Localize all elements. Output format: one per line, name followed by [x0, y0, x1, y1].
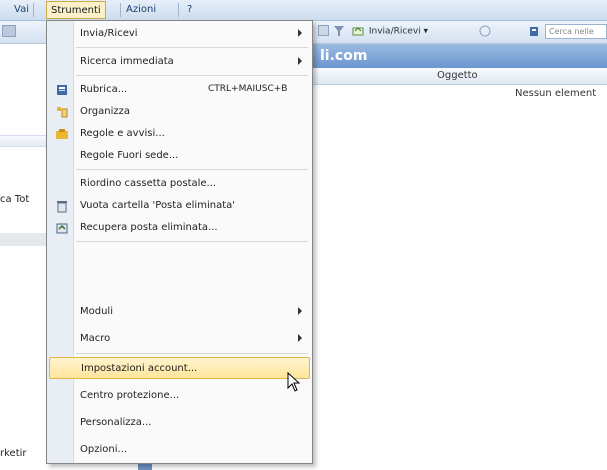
menu-bar: Vai Strumenti Azioni ? — [0, 0, 607, 21]
menu-help[interactable]: ? — [187, 4, 192, 15]
menu-item-shortcut: CTRL+MAIUSC+B — [208, 84, 288, 94]
menu-item-macro[interactable]: Macro — [49, 328, 310, 350]
menu-item-label: Organizza — [80, 106, 131, 117]
menu-item-ricerca-immediata[interactable]: Ricerca immediata — [49, 51, 310, 73]
menu-separator — [33, 3, 34, 17]
folder-title: li.com — [320, 48, 368, 64]
submenu-arrow-icon — [298, 334, 302, 342]
send-receive-label: Invia/Ricevi — [368, 26, 421, 37]
menu-separator — [76, 241, 308, 242]
rules-icon — [56, 129, 68, 139]
mouse-cursor-icon — [287, 372, 301, 392]
menu-item-label: Macro — [80, 333, 111, 344]
menu-item-recupera-posta[interactable]: Recupera posta eliminata... — [49, 217, 310, 239]
menu-item-rubrica[interactable]: Rubrica... CTRL+MAIUSC+B — [49, 79, 310, 101]
toolbar-filter-button[interactable] — [333, 25, 347, 37]
menu-item-impostazioni-account[interactable]: Impostazioni account... — [49, 357, 310, 379]
submenu-arrow-icon — [298, 307, 302, 315]
menu-item-label: Invia/Ricevi — [80, 28, 138, 39]
menu-separator — [76, 169, 308, 170]
menu-separator — [76, 47, 308, 48]
column-subject[interactable]: Oggetto — [437, 70, 478, 81]
toolbar-help-button[interactable] — [479, 25, 493, 37]
toolbar-address-book-button[interactable] — [528, 25, 542, 37]
toolbar-send-receive-button[interactable]: Invia/Ricevi ▾ — [352, 25, 428, 37]
menu-item-moduli[interactable]: Moduli — [49, 301, 310, 323]
nav-folder-fragment[interactable]: rketir — [0, 448, 27, 459]
menu-item-invia-ricevi[interactable]: Invia/Ricevi — [49, 23, 310, 45]
menu-item-opzioni[interactable]: Opzioni... — [49, 439, 310, 461]
address-book-icon — [57, 85, 67, 95]
strumenti-dropdown-menu: Invia/Ricevi Ricerca immediata Rubrica..… — [46, 20, 313, 464]
menu-separator — [120, 3, 121, 17]
menu-item-riordino-cassetta[interactable]: Riordino cassetta postale... — [49, 173, 310, 195]
grid-icon — [318, 25, 329, 36]
menu-strumenti[interactable]: Strumenti — [46, 1, 106, 19]
menu-vai[interactable]: Vai — [14, 4, 29, 15]
new-icon — [2, 25, 16, 37]
menu-item-label: Regole Fuori sede... — [80, 150, 179, 161]
filter-icon — [334, 26, 344, 36]
address-book-icon — [530, 27, 538, 36]
menu-item-label: Recupera posta eliminata... — [80, 222, 218, 233]
menu-item-label: Riordino cassetta postale... — [80, 178, 217, 189]
menu-item-label: Personalizza... — [80, 417, 152, 428]
menu-item-regole-fuori-sede[interactable]: Regole Fuori sede... — [49, 145, 310, 167]
menu-item-label: Vuota cartella 'Posta eliminata' — [80, 200, 235, 211]
menu-item-organizza[interactable]: Organizza — [49, 101, 310, 123]
submenu-arrow-icon — [298, 29, 302, 37]
menu-item-vuota-cartella[interactable]: Vuota cartella 'Posta eliminata' — [49, 195, 310, 217]
menu-item-centro-protezione[interactable]: Centro protezione... — [49, 385, 310, 407]
help-icon — [479, 25, 491, 37]
empty-trash-icon — [57, 201, 67, 213]
menu-item-label: Moduli — [80, 306, 113, 317]
empty-folder-message: Nessun element — [515, 88, 597, 99]
send-receive-icon — [352, 27, 364, 36]
toolbar-new-button[interactable] — [2, 25, 18, 37]
menu-separator — [76, 353, 308, 354]
menu-item-label: Opzioni... — [80, 444, 128, 455]
menu-separator — [178, 3, 179, 17]
menu-separator — [76, 75, 308, 76]
recover-mail-icon — [56, 223, 68, 234]
menu-item-regole-avvisi[interactable]: Regole e avvisi... — [49, 123, 310, 145]
nav-folder-fragment[interactable]: ca Tot — [0, 194, 29, 205]
toolbar-flag-button[interactable] — [318, 25, 331, 36]
menu-item-personalizza[interactable]: Personalizza... — [49, 412, 310, 434]
search-contacts-input[interactable]: Cerca nelle — [545, 24, 607, 39]
organize-icon — [57, 107, 68, 118]
menu-item-label: Ricerca immediata — [80, 56, 174, 67]
menu-item-label: Impostazioni account... — [81, 363, 198, 374]
menu-item-label: Regole e avvisi... — [80, 128, 165, 139]
menu-item-label: Centro protezione... — [80, 390, 180, 401]
submenu-arrow-icon — [298, 57, 302, 65]
menu-item-label: Rubrica... — [80, 84, 128, 95]
menu-azioni[interactable]: Azioni — [126, 4, 156, 15]
